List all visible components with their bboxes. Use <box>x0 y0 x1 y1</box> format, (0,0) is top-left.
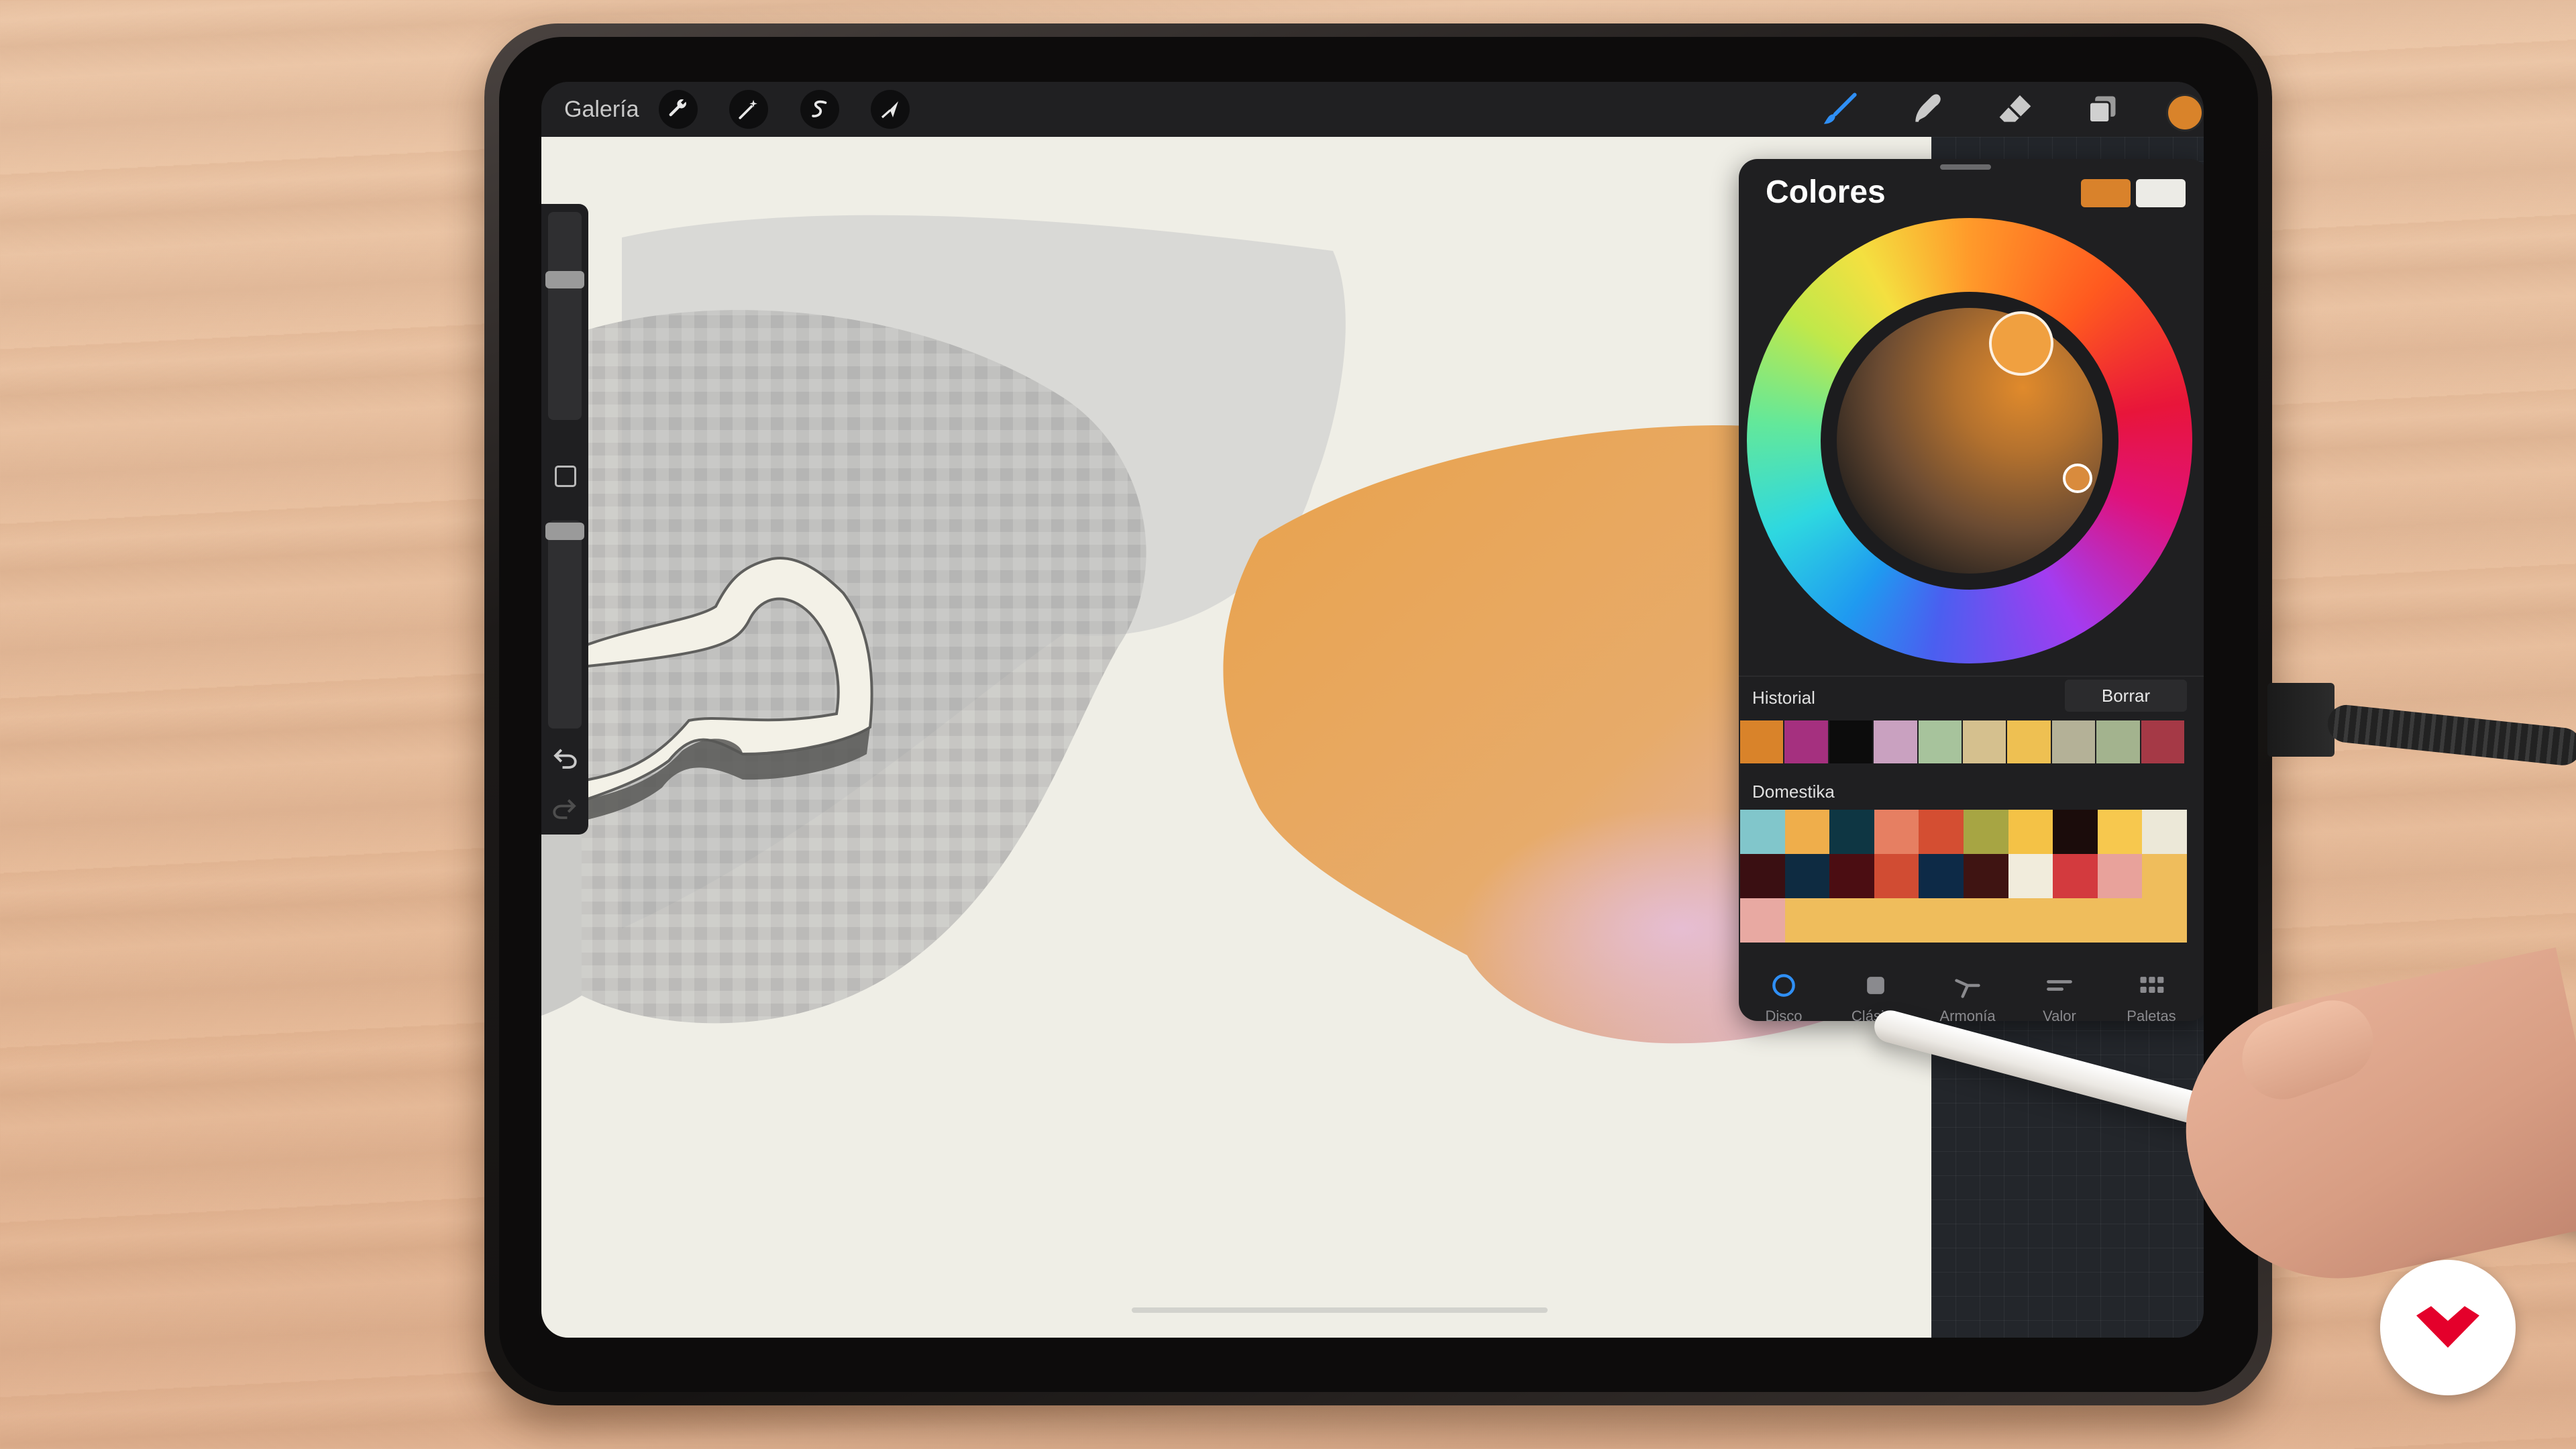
palette-swatch[interactable] <box>2097 898 2143 943</box>
brush-size-slider[interactable] <box>548 212 582 420</box>
palette-swatches <box>1740 810 2187 943</box>
primary-color-swatch[interactable] <box>2081 179 2131 207</box>
palette-swatch[interactable] <box>1740 898 1785 943</box>
panel-title: Colores <box>1766 174 1886 210</box>
arrow-cursor-icon[interactable] <box>871 90 910 129</box>
colors-panel: Colores Historial Borrar Domestika Disco… <box>1739 159 2204 1024</box>
procreate-screen: Galería Colores Historial Borrar Domesti… <box>541 82 2204 1338</box>
disc-icon <box>1772 974 1795 997</box>
history-swatch[interactable] <box>2007 720 2051 763</box>
palette-swatch[interactable] <box>1784 810 1830 854</box>
history-label: Historial <box>1752 688 1815 708</box>
palette-swatch[interactable] <box>2142 854 2187 898</box>
palette-swatch[interactable] <box>1740 854 1785 898</box>
usb-cable <box>2326 703 2576 767</box>
layers-icon[interactable] <box>2080 87 2125 131</box>
saturation-brightness-disc[interactable] <box>1837 308 2102 574</box>
palette-swatch[interactable] <box>1964 854 2008 898</box>
history-swatches <box>1740 720 2186 763</box>
palette-swatch[interactable] <box>1919 854 1964 898</box>
panel-grabber[interactable] <box>1940 164 1991 170</box>
palette-swatch[interactable] <box>2008 854 2053 898</box>
palette-swatch[interactable] <box>1740 810 1785 854</box>
history-swatch[interactable] <box>1963 720 2006 763</box>
secondary-color-swatch[interactable] <box>2136 179 2186 207</box>
history-swatch[interactable] <box>1874 720 1917 763</box>
tab-valor[interactable]: Valor <box>2019 971 2100 1025</box>
tab-paletas[interactable]: Paletas <box>2111 971 2192 1025</box>
gallery-button[interactable]: Galería <box>564 82 639 137</box>
palette-swatch[interactable] <box>1964 898 2008 943</box>
palette-swatch[interactable] <box>2053 810 2098 854</box>
tab-label: Disco <box>1765 1008 1803 1024</box>
palette-swatch[interactable] <box>2053 898 2098 943</box>
tab-label: Valor <box>2043 1008 2076 1024</box>
brush-icon[interactable] <box>1818 87 1862 131</box>
palette-swatch[interactable] <box>2097 810 2143 854</box>
history-swatch[interactable] <box>1784 720 1828 763</box>
palette-swatch[interactable] <box>1874 854 1919 898</box>
magic-wand-icon[interactable] <box>729 90 768 129</box>
palette-swatch[interactable] <box>1874 810 1919 854</box>
history-swatch[interactable] <box>1918 720 1962 763</box>
drawing-canvas[interactable] <box>541 137 1931 1338</box>
domestika-logo <box>2380 1260 2516 1395</box>
opacity-thumb[interactable] <box>545 523 584 540</box>
palette-swatch[interactable] <box>1919 810 1964 854</box>
hue-picker-knob[interactable] <box>1989 311 2053 376</box>
palette-label: Domestika <box>1752 782 1835 802</box>
redo-icon[interactable] <box>551 794 579 826</box>
palette-swatch[interactable] <box>2008 810 2053 854</box>
current-color-button[interactable] <box>2166 94 2204 131</box>
history-swatch[interactable] <box>2051 720 2096 763</box>
palette-swatch[interactable] <box>2053 854 2098 898</box>
palette-swatch[interactable] <box>1784 898 1830 943</box>
square-icon <box>1867 977 1884 994</box>
harmony-icon <box>1955 979 1980 998</box>
history-swatch[interactable] <box>2096 720 2140 763</box>
modify-square-icon[interactable] <box>555 466 576 487</box>
tab-disco[interactable]: Disco <box>1743 971 1824 1025</box>
palette-swatch[interactable] <box>1874 898 1919 943</box>
usb-c-plug <box>2267 683 2334 757</box>
palette-swatch[interactable] <box>2142 898 2187 943</box>
palette-swatch[interactable] <box>2142 810 2187 854</box>
history-swatch[interactable] <box>1740 720 1784 763</box>
wrench-icon[interactable] <box>659 90 698 129</box>
palette-swatch[interactable] <box>1919 898 1964 943</box>
eraser-icon[interactable] <box>1993 87 2037 131</box>
smudge-icon[interactable] <box>1906 87 1950 131</box>
clear-history-button[interactable]: Borrar <box>2065 680 2187 712</box>
top-toolbar: Galería <box>541 82 2204 137</box>
palette-swatch[interactable] <box>1829 854 1874 898</box>
palette-swatch[interactable] <box>1829 810 1874 854</box>
canvas-artwork <box>541 215 1931 1313</box>
palette-swatch[interactable] <box>1784 854 1830 898</box>
history-swatch[interactable] <box>2141 720 2184 763</box>
brush-size-thumb[interactable] <box>545 271 584 288</box>
tab-armonia[interactable]: Armonía <box>1927 971 2008 1025</box>
selection-s-icon[interactable] <box>800 90 839 129</box>
palette-swatch[interactable] <box>2008 898 2053 943</box>
history-swatch[interactable] <box>1829 720 1873 763</box>
saturation-picker-knob[interactable] <box>2063 464 2092 493</box>
left-sidebar <box>541 204 588 835</box>
palette-swatch[interactable] <box>1829 898 1874 943</box>
tab-label: Paletas <box>2127 1008 2176 1024</box>
palette-swatch[interactable] <box>1964 810 2008 854</box>
opacity-slider[interactable] <box>548 521 582 729</box>
palette-swatch[interactable] <box>2097 854 2143 898</box>
grid-icon <box>2140 977 2164 993</box>
undo-icon[interactable] <box>551 744 579 775</box>
sliders-icon <box>2047 980 2072 991</box>
